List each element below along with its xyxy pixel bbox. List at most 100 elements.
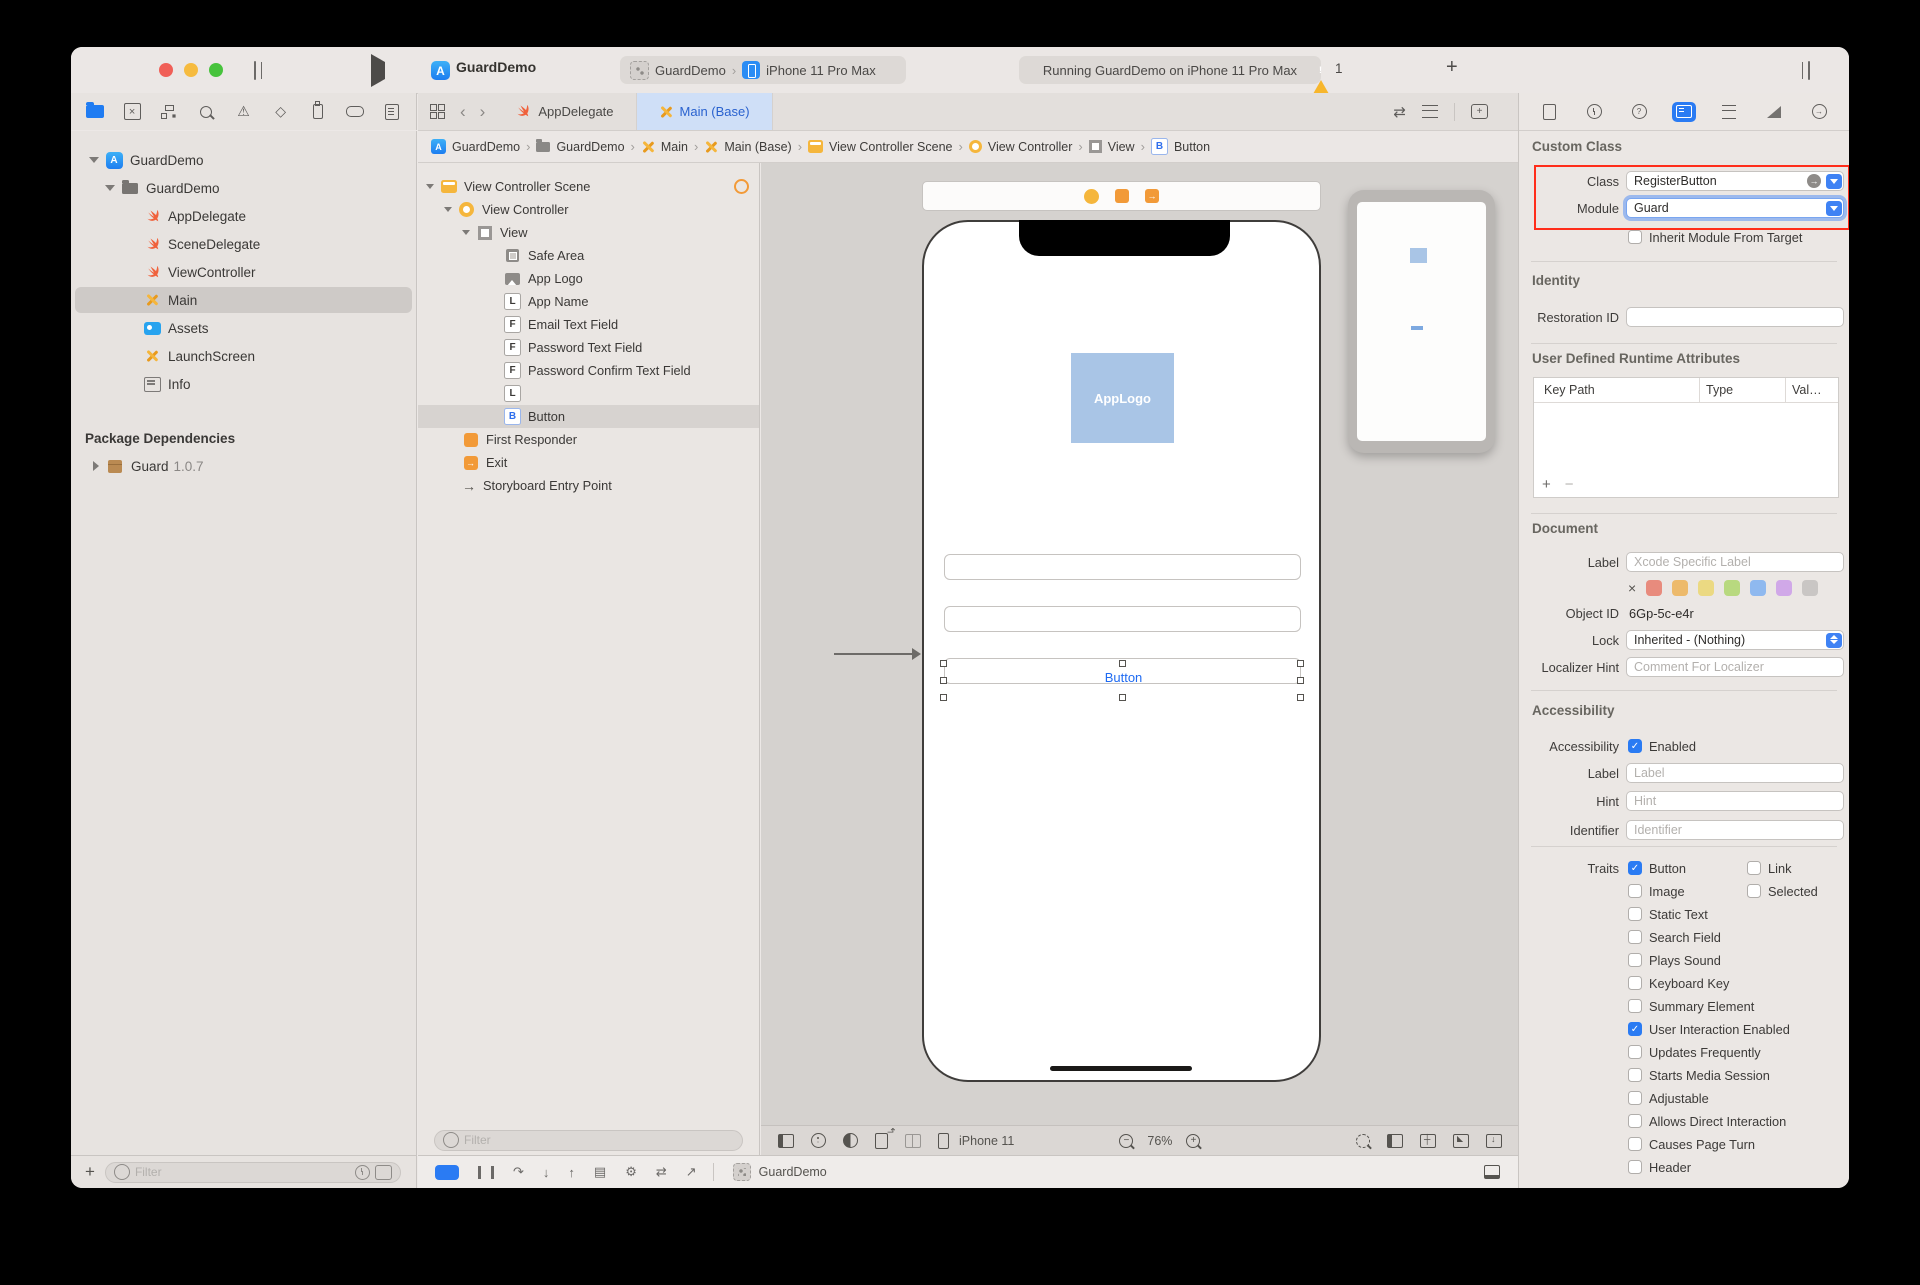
outline-item-exit[interactable]: → Exit <box>418 451 759 474</box>
disclosure-triangle-icon[interactable] <box>105 185 115 191</box>
memory-graph-icon[interactable]: ⚙ <box>625 1164 637 1180</box>
color-swatch-yellow[interactable] <box>1698 580 1714 596</box>
minimize-window-button[interactable] <box>184 63 198 77</box>
disclosure-triangle-icon[interactable] <box>426 184 434 189</box>
test-navigator-icon[interactable]: ◇ <box>271 102 291 122</box>
identity-inspector-icon[interactable] <box>1672 102 1696 122</box>
disclosure-triangle-icon[interactable] <box>444 207 452 212</box>
tab-overview-icon[interactable] <box>430 104 445 119</box>
app-logo-image-view[interactable]: AppLogo <box>1071 353 1174 443</box>
history-inspector-icon[interactable] <box>1582 102 1606 122</box>
trait-link-checkbox[interactable] <box>1747 861 1761 875</box>
sidebar-item-launchscreen[interactable]: LaunchScreen <box>71 342 416 370</box>
storyboard-canvas[interactable]: → AppLogo Button <box>761 163 1518 1125</box>
add-file-button[interactable]: + <box>85 1162 95 1182</box>
split-view-icon[interactable] <box>905 1134 921 1148</box>
color-swatch-purple[interactable] <box>1776 580 1792 596</box>
sidebar-item-scenedelegate[interactable]: SceneDelegate <box>71 230 416 258</box>
storyboard-entry-point-arrow[interactable] <box>834 653 919 655</box>
view-controller-icon[interactable] <box>1084 189 1099 204</box>
scheme-destination[interactable]: iPhone 11 Pro Max <box>766 63 876 78</box>
debug-navigator-icon[interactable] <box>308 102 328 122</box>
inspector-toggle-icon[interactable] <box>1808 62 1810 80</box>
trait-allows-direct-interaction-checkbox[interactable] <box>1628 1114 1642 1128</box>
report-navigator-icon[interactable] <box>382 102 402 122</box>
symbol-navigator-icon[interactable] <box>159 102 179 122</box>
trait-starts-media-session-checkbox[interactable] <box>1628 1068 1642 1082</box>
step-out-icon[interactable]: ↑ <box>568 1165 575 1180</box>
breadcrumb-item[interactable]: GuardDemo <box>452 140 520 154</box>
outline-item-view[interactable]: View <box>418 221 759 244</box>
accessibility-preview-icon[interactable] <box>811 1133 826 1148</box>
sidebar-item-guard-package[interactable]: Guard 1.0.7 <box>71 452 416 480</box>
zoom-window-button[interactable] <box>209 63 223 77</box>
zoom-out-icon[interactable]: − <box>1119 1134 1133 1148</box>
localizer-hint-input[interactable] <box>1626 657 1844 677</box>
simulate-location-icon[interactable]: ↗ <box>686 1164 697 1180</box>
zoom-in-icon[interactable]: + <box>1186 1134 1200 1148</box>
close-window-button[interactable] <box>159 63 173 77</box>
selection-handle[interactable] <box>1297 660 1304 667</box>
navigator-toggle-icon[interactable] <box>254 62 256 80</box>
device-icon[interactable] <box>938 1133 949 1149</box>
selection-handle[interactable] <box>1297 677 1304 684</box>
accessibility-enabled-checkbox[interactable]: ✓ <box>1628 739 1642 753</box>
breakpoints-toggle[interactable] <box>435 1165 459 1180</box>
disclosure-triangle-icon[interactable] <box>89 157 99 163</box>
warning-icon[interactable] <box>1313 63 1329 81</box>
find-navigator-icon[interactable] <box>196 102 216 122</box>
add-attribute-button[interactable]: + <box>1542 476 1551 493</box>
jump-to-class-icon[interactable]: → <box>1807 174 1821 188</box>
outline-toggle-icon[interactable] <box>778 1134 794 1148</box>
trait-user-interaction-enabled-checkbox[interactable]: ✓ <box>1628 1022 1642 1036</box>
trait-button-checkbox[interactable]: ✓ <box>1628 861 1642 875</box>
register-button[interactable]: Button <box>924 670 1323 685</box>
module-dropdown-icon[interactable] <box>1826 201 1842 216</box>
selection-handle[interactable] <box>1297 694 1304 701</box>
trait-adjustable-checkbox[interactable] <box>1628 1091 1642 1105</box>
lock-stepper-icon[interactable] <box>1826 633 1842 648</box>
adjust-editor-options-icon[interactable] <box>1422 105 1438 118</box>
email-text-field[interactable] <box>944 554 1301 580</box>
outline-item-password-text-field[interactable]: F Password Text Field <box>418 336 759 359</box>
attributes-inspector-icon[interactable] <box>1717 102 1741 122</box>
outline-item-view-controller-scene[interactable]: View Controller Scene <box>418 175 759 198</box>
issue-navigator-icon[interactable]: ⚠ <box>234 102 254 122</box>
accessibility-label-input[interactable] <box>1626 763 1844 783</box>
environment-overrides-icon[interactable]: ⇄ <box>656 1164 667 1180</box>
disclosure-triangle-icon[interactable] <box>93 461 99 471</box>
trait-summary-element-checkbox[interactable] <box>1628 999 1642 1013</box>
inherit-module-checkbox[interactable] <box>1628 230 1642 244</box>
update-frames-icon[interactable] <box>1356 1134 1370 1148</box>
run-button[interactable] <box>371 62 385 80</box>
project-navigator-icon[interactable] <box>85 102 105 122</box>
pause-icon[interactable] <box>478 1166 494 1179</box>
breadcrumb-item[interactable]: View Controller <box>988 140 1073 154</box>
selection-handle[interactable] <box>1119 694 1126 701</box>
quick-help-inspector-icon[interactable]: ? <box>1627 102 1651 122</box>
file-inspector-icon[interactable] <box>1537 102 1561 122</box>
step-into-icon[interactable]: ↓ <box>543 1165 550 1180</box>
trait-image-checkbox[interactable] <box>1628 884 1642 898</box>
sidebar-item-assets[interactable]: Assets <box>71 314 416 342</box>
password-text-field[interactable] <box>944 606 1301 632</box>
outline-item-app-name[interactable]: L App Name <box>418 290 759 313</box>
color-swatch-gray[interactable] <box>1802 580 1818 596</box>
first-responder-icon[interactable] <box>1115 189 1129 203</box>
trait-static-text-checkbox[interactable] <box>1628 907 1642 921</box>
exit-icon[interactable]: → <box>1145 189 1159 203</box>
runtime-attributes-table[interactable]: Key Path Type Val… + − <box>1533 377 1839 498</box>
color-swatch-blue[interactable] <box>1750 580 1766 596</box>
sidebar-item-appdelegate[interactable]: AppDelegate <box>71 202 416 230</box>
accessibility-hint-input[interactable] <box>1626 791 1844 811</box>
scheme-selector[interactable]: GuardDemo › iPhone 11 Pro Max <box>620 56 906 84</box>
outline-item-view-controller[interactable]: View Controller <box>418 198 759 221</box>
device-preview[interactable]: AppLogo Button <box>922 220 1321 1082</box>
accessibility-identifier-input[interactable] <box>1626 820 1844 840</box>
outline-item-app-logo[interactable]: App Logo <box>418 267 759 290</box>
no-color-button[interactable]: × <box>1628 580 1636 596</box>
zoom-level[interactable]: 76% <box>1147 1134 1172 1148</box>
navigator-filter-field[interactable]: Filter <box>105 1162 401 1183</box>
orientation-icon[interactable] <box>875 1133 888 1149</box>
outline-item-email-text-field[interactable]: F Email Text Field <box>418 313 759 336</box>
